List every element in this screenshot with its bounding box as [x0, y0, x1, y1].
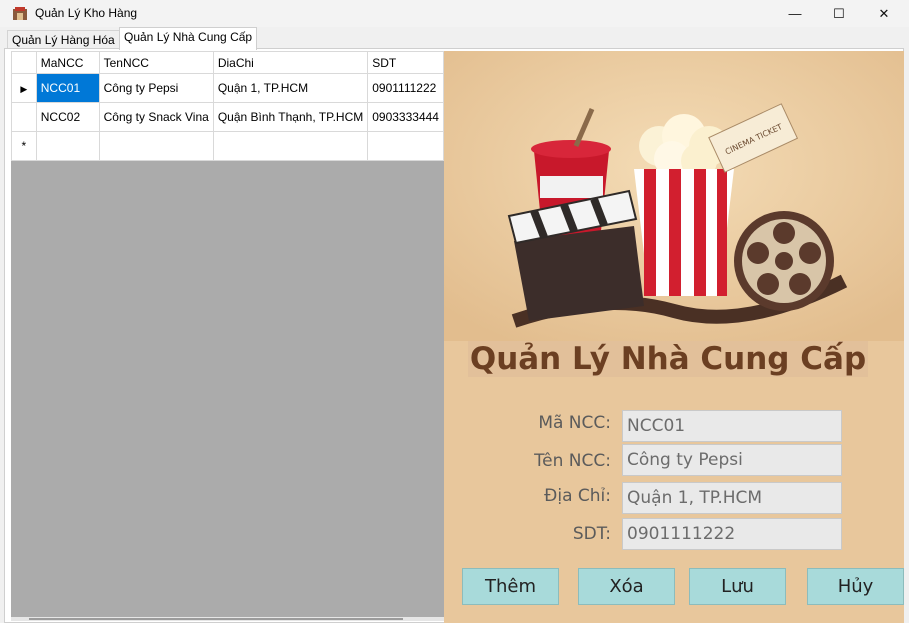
column-header-diachi[interactable]: DiaChi [212, 51, 369, 74]
cell-diachi[interactable] [212, 131, 369, 161]
close-icon: ✕ [878, 5, 890, 21]
label-sdt: SDT: [572, 524, 611, 544]
app-icon [13, 7, 27, 20]
cancel-button[interactable]: Hủy [807, 568, 904, 605]
cell-diachi[interactable]: Quận 1, TP.HCM [212, 73, 369, 103]
title-bar: Quản Lý Kho Hàng — ☐ ✕ [0, 0, 909, 27]
cell-sdt[interactable]: 0901111222 [367, 73, 444, 103]
new-row-icon: * [21, 139, 27, 153]
cell-tenncc[interactable]: Công ty Pepsi [98, 73, 214, 103]
minimize-button[interactable]: — [772, 0, 818, 27]
row-indicator[interactable]: * [11, 131, 37, 161]
row-indicator[interactable]: ▶ [11, 73, 37, 103]
ma-ncc-input[interactable]: NCC01 [622, 410, 842, 442]
minimize-icon: — [788, 6, 802, 21]
cell-mancc[interactable] [35, 131, 100, 161]
supplier-table: MaNCC TenNCC DiaChi SDT ▶ NCC01 Công ty … [11, 51, 444, 161]
label-ma-ncc: Mã NCC: [538, 413, 611, 433]
film-reel-icon [734, 211, 834, 311]
close-button[interactable]: ✕ [861, 0, 907, 27]
supplier-grid[interactable]: MaNCC TenNCC DiaChi SDT ▶ NCC01 Công ty … [11, 51, 444, 621]
row-indicator[interactable] [11, 102, 37, 132]
add-button[interactable]: Thêm [462, 568, 559, 605]
current-row-icon: ▶ [20, 84, 28, 94]
cell-sdt[interactable]: 0903333444 [367, 102, 444, 132]
column-header-tenncc[interactable]: TenNCC [98, 51, 214, 74]
cell-tenncc[interactable]: Công ty Snack Vina [98, 102, 214, 132]
cinema-banner-image: CINEMA TICKET [444, 51, 904, 341]
dia-chi-input[interactable]: Quận 1, TP.HCM [622, 482, 842, 514]
form-heading: Quản Lý Nhà Cung Cấp [468, 341, 868, 377]
scrollbar-thumb[interactable] [29, 618, 403, 620]
cell-mancc[interactable]: NCC02 [35, 102, 100, 132]
label-dia-chi: Địa Chỉ: [544, 486, 611, 506]
header-row: MaNCC TenNCC DiaChi SDT [11, 51, 444, 74]
supplier-form-panel: CINEMA TICKET Quản Lý Nhà Cung Cấp Mã NC… [444, 51, 904, 623]
table-row[interactable]: NCC02 Công ty Snack Vina Quận Bình Thạnh… [11, 102, 444, 132]
new-row[interactable]: * [11, 131, 444, 161]
label-ten-ncc: Tên NCC: [534, 451, 611, 471]
cell-mancc[interactable]: NCC01 [35, 73, 100, 103]
column-header-sdt[interactable]: SDT [367, 51, 444, 74]
sdt-input[interactable]: 0901111222 [622, 518, 842, 550]
delete-button[interactable]: Xóa [578, 568, 675, 605]
save-button[interactable]: Lưu [689, 568, 786, 605]
cell-tenncc[interactable] [98, 131, 214, 161]
maximize-icon: ☐ [833, 5, 845, 21]
cell-diachi[interactable]: Quận Bình Thạnh, TP.HCM [212, 102, 369, 132]
maximize-button[interactable]: ☐ [816, 0, 862, 27]
window-title: Quản Lý Kho Hàng [35, 6, 138, 20]
cell-sdt[interactable] [367, 131, 444, 161]
tab-strip: Quản Lý Hàng Hóa Quản Lý Nhà Cung Cấp [0, 27, 909, 50]
horizontal-scrollbar[interactable] [11, 617, 444, 621]
corner-header [11, 51, 37, 74]
tab-hang-hoa[interactable]: Quản Lý Hàng Hóa [7, 30, 120, 49]
column-header-mancc[interactable]: MaNCC [35, 51, 100, 74]
ten-ncc-input[interactable]: Công ty Pepsi [622, 444, 842, 476]
tab-nha-cung-cap[interactable]: Quản Lý Nhà Cung Cấp [119, 27, 258, 50]
table-row[interactable]: ▶ NCC01 Công ty Pepsi Quận 1, TP.HCM 090… [11, 73, 444, 103]
